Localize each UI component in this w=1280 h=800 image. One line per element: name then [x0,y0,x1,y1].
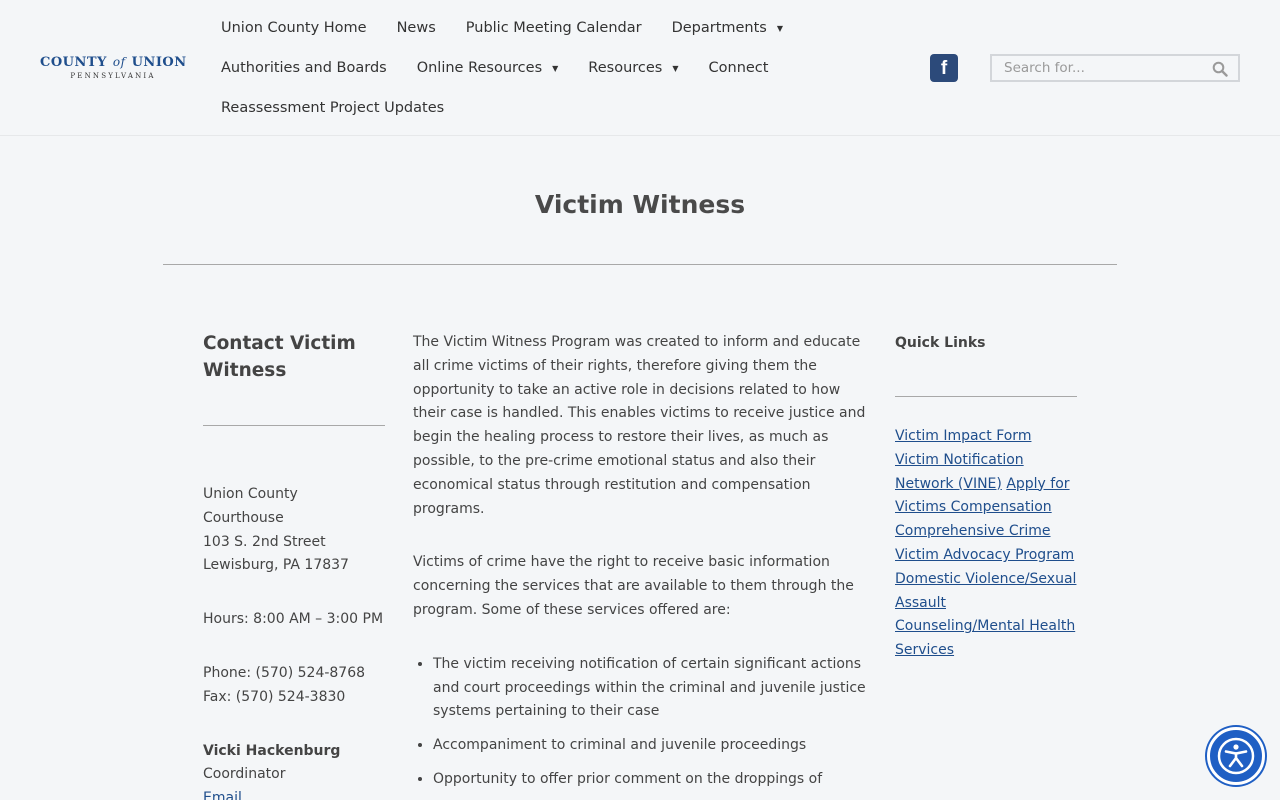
nav-item-departments[interactable]: Departments ▼ [672,20,783,36]
caret-down-icon: ▼ [776,23,784,33]
quick-link-vine[interactable]: Victim Notification Network (VINE) [895,452,1024,492]
contact-phones: Phone: (570) 524-8768 Fax: (570) 524-383… [203,662,385,710]
contact-phone: Phone: (570) 524-8768 [203,664,366,681]
quick-link-victim-advocacy[interactable]: Comprehensive Crime Victim Advocacy Prog… [895,523,1074,563]
services-list: The victim receiving notification of cer… [413,653,871,792]
facebook-link[interactable]: f [930,54,958,82]
quick-links-list: Victim Impact Form Victim Notification N… [895,425,1077,663]
contact-heading: Contact Victim Witness [203,333,356,381]
nav-row-1: Union County Home News Public Meeting Cale… [221,8,813,48]
caret-down-icon: ▼ [552,63,559,73]
search-icon[interactable] [1212,61,1228,77]
quick-links-divider [895,396,1077,397]
nav-item-label: Connect [708,60,769,76]
nav-item-reassessment-project-updates[interactable]: Reassessment Project Updates [221,100,444,116]
contact-person: Vicki Hackenburg Coordinator Email [203,740,385,800]
nav-item-union-county-home[interactable]: Union County Home [221,20,367,36]
quick-links-sidebar: Quick Links Victim Impact Form Victim No… [895,331,1077,663]
address-line-4: Lewisburg, PA 17837 [203,557,349,574]
nav-item-connect[interactable]: Connect [709,60,769,76]
nav-item-label: Union County Home [221,20,367,36]
nav-item-news[interactable]: News [397,20,436,36]
facebook-icon: f [940,57,948,79]
nav-item-label: Resources [588,60,663,76]
address-line-3: 103 S. 2nd Street [203,533,326,550]
nav-item-resources[interactable]: Resources ▼ [588,60,678,76]
caret-down-icon: ▼ [672,63,679,73]
contact-hours: Hours: 8:00 AM – 3:00 PM [203,611,384,628]
address-line-2: Courthouse [203,509,284,526]
search-input[interactable] [992,56,1192,80]
quick-links-heading: Quick Links [895,335,986,351]
services-intro-paragraph: Victims of crime have the right to recei… [413,554,854,618]
nav-item-label: Reassessment Project Updates [221,100,445,116]
county-logo[interactable]: County of Union PENNSYLVANIA [40,54,186,84]
page-title: Victim Witness [534,190,746,219]
site-header: County of Union PENNSYLVANIA Union Count… [0,0,1280,136]
contact-email-link[interactable]: Email [203,790,242,800]
nav-item-label: Authorities and Boards [221,60,387,76]
nav-item-label: Departments [671,20,767,36]
nav-item-label: Online Resources [416,60,543,76]
quick-link-victim-impact-form[interactable]: Victim Impact Form [895,428,1031,444]
contact-divider [203,425,385,426]
accessibility-icon [1217,737,1255,775]
list-item: The victim receiving notification of cer… [433,653,871,724]
search-box [990,54,1240,82]
nav-item-authorities-and-boards[interactable]: Authorities and Boards [221,60,387,76]
logo-word-union: Union [131,55,187,70]
list-item: Accompaniment to criminal and juvenile p… [433,734,871,758]
contact-sidebar: Contact Victim Witness Union County Cour… [203,330,385,800]
address-line-1: Union County [203,486,298,502]
quick-link-domestic-violence[interactable]: Domestic Violence/Sexual Assault Counsel… [895,571,1076,658]
contact-fax: Fax: (570) 524-3830 [203,688,346,705]
logo-word-county: County [40,55,107,70]
accessibility-button[interactable] [1207,727,1265,785]
logo-state: PENNSYLVANIA [70,72,156,80]
logo-wordmark: County of Union [40,54,186,71]
nav-item-public-meeting-calendar[interactable]: Public Meeting Calendar [466,20,642,36]
intro-paragraph: The Victim Witness Program was created t… [413,334,866,517]
nav-item-label: Public Meeting Calendar [465,20,642,36]
contact-person-title: Coordinator [203,766,286,783]
nav-item-online-resources[interactable]: Online Resources ▼ [417,60,559,76]
nav-row-3: Reassessment Project Updates [221,88,474,128]
nav-row-2: Authorities and Boards Online Resources ▼ R… [221,48,798,88]
nav-item-label: News [396,20,436,36]
logo-word-of: of [112,55,126,69]
title-divider [163,264,1117,265]
list-item: Opportunity to offer prior comment on th… [433,768,871,792]
contact-person-name: Vicki Hackenburg [203,742,341,759]
contact-address: Union County Courthouse 103 S. 2nd Stree… [203,483,385,578]
main-content: The Victim Witness Program was created t… [413,331,871,800]
